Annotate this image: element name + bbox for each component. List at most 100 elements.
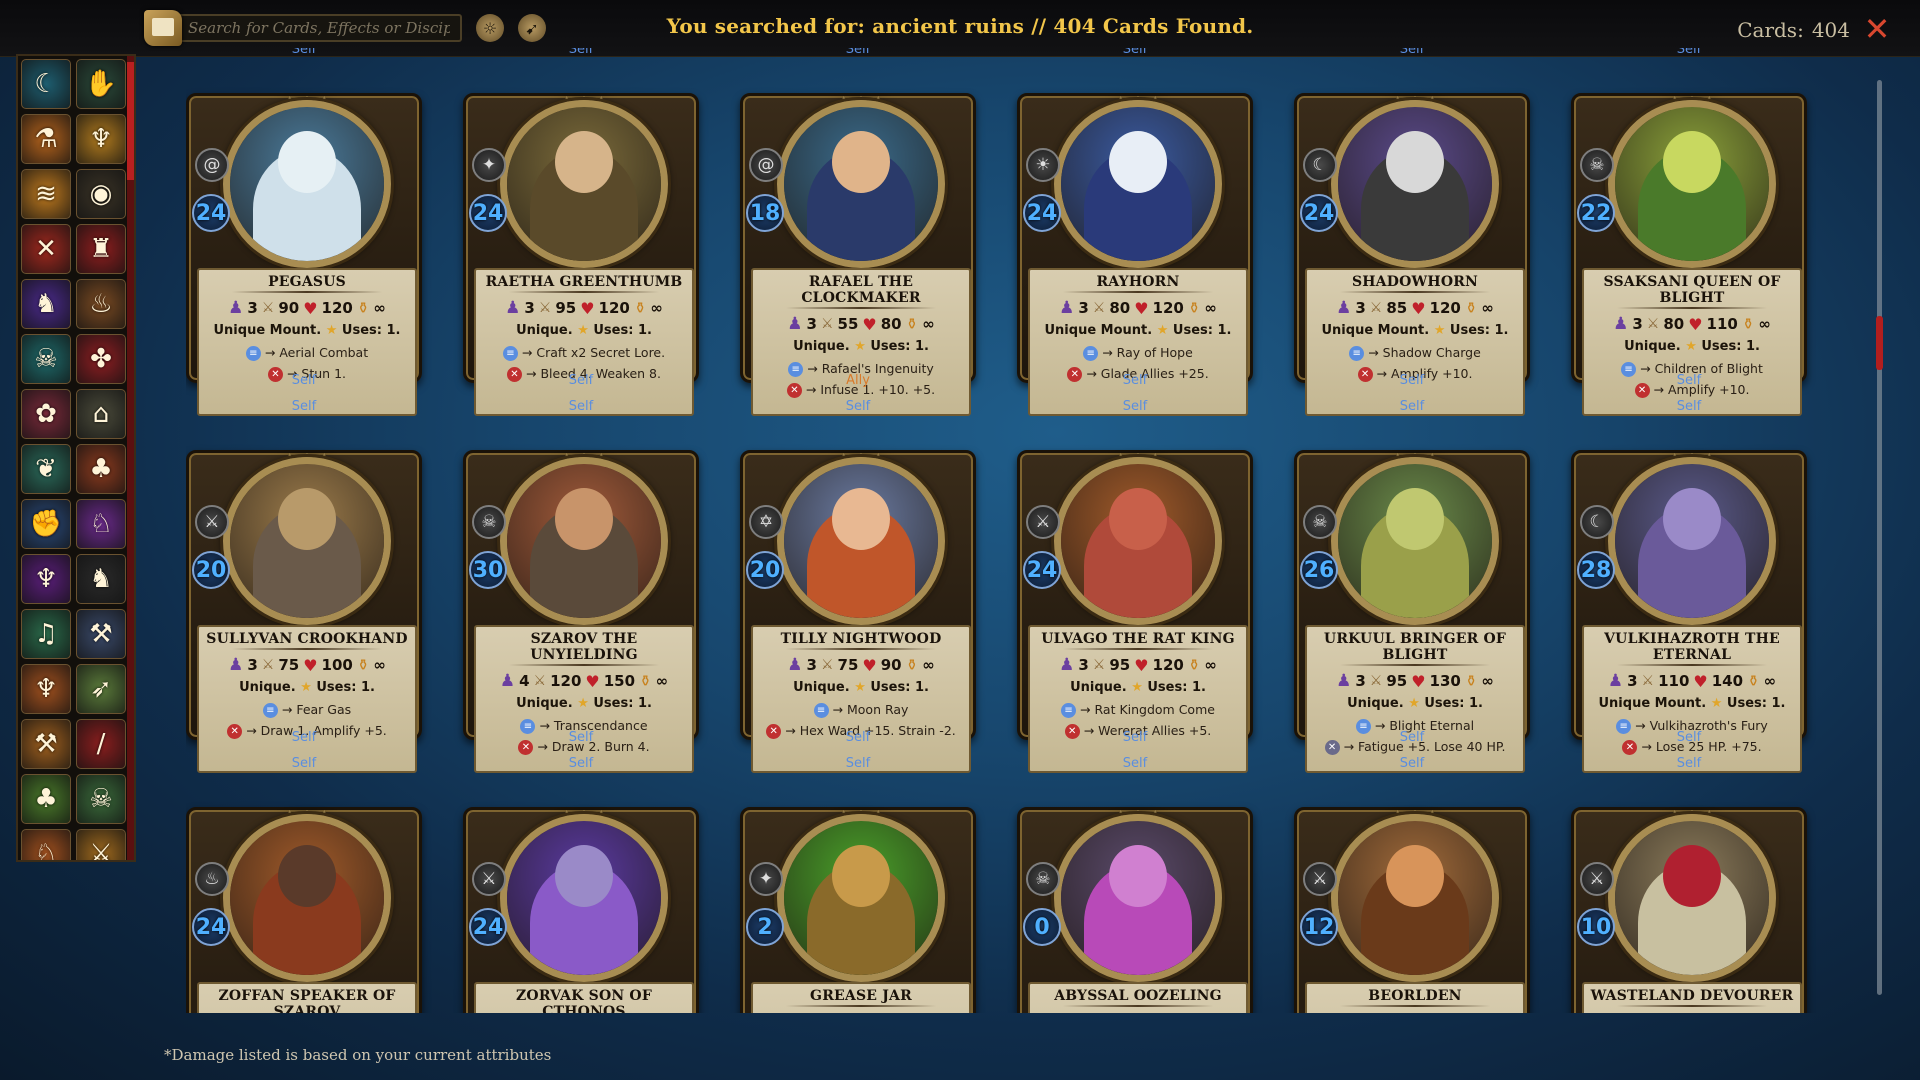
hammer-icon[interactable]: ⚒ (21, 719, 71, 769)
range-icon: ♟ (1336, 671, 1352, 691)
card[interactable]: Self ✡ 20 Tilly Nightwood ♟ 3 ⚔ 75 ♥ 90 ⚱ ∞ Unique. … (740, 399, 976, 773)
card-target-top: Self (1676, 756, 1702, 771)
card-frame: ☠ 0 Abyssal Oozeling ♟1⚔24♥1⚱1 (1017, 807, 1253, 1013)
sword-icon[interactable]: ⚔ (76, 829, 126, 860)
card[interactable]: Self ☠ 22 Ssaksani Queen of Blight ♟ 3 ⚔ 80 ♥ 110… (1571, 48, 1807, 416)
card[interactable]: Self @24 Pegasus ♟ 3 ⚔ 90 ♥ 120 ⚱ ∞ Unique Mount. ★… (186, 48, 422, 416)
celtic-knot-icon[interactable]: ✤ (76, 334, 126, 384)
card-uses-text: Uses: 1. (1701, 339, 1760, 354)
card-text-panel: Grease Jar ★ Uses: 1. (751, 982, 971, 1013)
uses-icon: ⚱ (639, 672, 652, 690)
wings-icon[interactable]: ♆ (76, 114, 126, 164)
ale-mug-icon[interactable]: ♨ (76, 279, 126, 329)
range-icon: ♟ (787, 314, 803, 334)
card-target-bottom: Self (1676, 373, 1702, 388)
potion-icon[interactable]: ⚗ (21, 114, 71, 164)
card[interactable]: Self ☾ 24 Shadowhorn ♟ 3 ⚔ 85 ♥ 120 ⚱ ∞ Unique Mount… (1294, 48, 1530, 416)
bell-icon[interactable]: ♫ (21, 609, 71, 659)
card[interactable]: Self ♨ 24 Zoffan Speaker of Szarov♟3⚔90♥120… (186, 756, 422, 1013)
cards-counter-value: 404 (1811, 18, 1850, 42)
card-stats: ♟ 3 ⚔ 85 ♥ 120 ⚱ ∞ (1307, 296, 1523, 320)
card[interactable]: Self ⚔ 10 Wasteland Devourer ♟1⚔52♥58⚱8 (1571, 756, 1807, 1013)
health-icon: ♥ (862, 314, 877, 334)
card-portrait (500, 100, 668, 268)
eagle-icon[interactable]: ♆ (21, 664, 71, 714)
card[interactable]: Self ☀ 24 Rayhorn ♟ 3 ⚔ 80 ♥ 120 ⚱ ∞ Unique Mount. ★… (1017, 48, 1253, 416)
card-target-top: Self (1399, 48, 1425, 57)
star-icon: ★ (300, 680, 312, 695)
card-health: 120 (1152, 656, 1184, 674)
card-portrait (500, 814, 668, 982)
card[interactable]: Self ⚔ 20 Sullyvan Crookhand ♟ 3 ⚔ 75 ♥ 100 ⚱ ∞ Uniq… (186, 399, 422, 773)
card-range: 3 (247, 656, 258, 674)
sidebar-scroll-thumb[interactable] (127, 62, 134, 180)
skull-icon[interactable]: ☠ (76, 774, 126, 824)
card-uses: ∞ (922, 315, 935, 333)
close-button[interactable]: ✕ (1860, 12, 1894, 46)
card[interactable]: Self ☠ 26 Urkuul Bringer of Blight ♟ 3 ⚔ 95 ♥ 130… (1294, 399, 1530, 773)
hat-icon[interactable]: ⌂ (76, 389, 126, 439)
tree-icon[interactable]: ♣ (21, 774, 71, 824)
range-icon: ♟ (1336, 298, 1352, 318)
card[interactable]: Self ☠ 0 Abyssal Oozeling ♟1⚔24♥1⚱1 (1017, 756, 1253, 1013)
card-frame: ☠ 26 Urkuul Bringer of Blight ♟ 3 ⚔ 95 ♥ 130 ⚱ ∞ Un… (1294, 450, 1530, 773)
card-name: Szarov the Unyielding (530, 631, 638, 663)
card[interactable]: Self ⚔ 24 Zorvak Son of Cthonos♟3⚔90♥120⚱∞ (463, 756, 699, 1013)
card-grid-scrollbar[interactable] (1877, 80, 1882, 995)
fist-icon[interactable]: ✊ (21, 499, 71, 549)
card-portrait (1608, 457, 1776, 625)
horned-helm-icon[interactable]: ♞ (21, 279, 71, 329)
card-text-panel: Shadowhorn ♟ 3 ⚔ 85 ♥ 120 ⚱ ∞ Unique Mount. ★ Use… (1305, 268, 1525, 416)
spiral-moon-icon[interactable]: ☾ (21, 59, 71, 109)
eye-icon[interactable]: ◉ (76, 169, 126, 219)
card[interactable]: Self ☾ 28 Vulkihazroth the Eternal ♟ 3 ⚔ 110 ♥ 14… (1571, 399, 1807, 773)
dragon-claw-icon[interactable]: ✋ (76, 59, 126, 109)
branch-icon[interactable]: ❦ (21, 444, 71, 494)
health-icon: ♥ (1693, 671, 1708, 691)
card-text-panel: Abyssal Oozeling ♟1⚔24♥1⚱1 (1028, 982, 1248, 1013)
card-text-panel: Beorlden Draw → Blacksmith's Hammer. (1305, 982, 1525, 1013)
card-frame: ☠ 22 Ssaksani Queen of Blight ♟ 3 ⚔ 80 ♥ 110 ⚱ ∞ Un… (1571, 93, 1807, 416)
card[interactable]: Self ⚔ 12 Beorlden Draw → Blacksmith's Hamme… (1294, 756, 1530, 1013)
quiver-icon[interactable]: ➶ (76, 664, 126, 714)
wolf-icon[interactable]: ♘ (76, 499, 126, 549)
card[interactable]: Self ☠ 30 Szarov the Unyielding ♟ 4 ⚔ 120 ♥ 150 ⚱ ∞… (463, 399, 699, 773)
scroll-icon: ≡ (813, 703, 829, 718)
card-uses-text: Uses: 1. (870, 339, 929, 354)
flower-icon[interactable]: ✿ (21, 389, 71, 439)
card-keywords: Unique. ★ Uses: 1. (753, 677, 969, 699)
card[interactable]: Self @18 Rafael the Clockmaker ♟ 3 ⚔ 55 ♥ 80 ⚱ ∞ Un… (740, 48, 976, 416)
card-uses-text: Uses: 1. (316, 680, 375, 695)
spartan-helm-icon[interactable]: ♜ (76, 224, 126, 274)
crossed-blades-icon[interactable]: ✕ (21, 224, 71, 274)
health-icon: ♥ (1146, 1013, 1160, 1014)
skull-sigil-icon[interactable]: ☠ (21, 334, 71, 384)
card-effect-primary: ≡ → Moon Ray (753, 699, 969, 720)
name-divider (232, 291, 382, 293)
card-text-panel: Ulvago the Rat King ♟ 3 ⚔ 95 ♥ 120 ⚱ ∞ Unique. ★ … (1028, 625, 1248, 773)
uses-icon: ⚱ (1747, 672, 1760, 690)
card-uses: ∞ (373, 299, 386, 317)
meat-icon[interactable]: ♣ (76, 444, 126, 494)
card[interactable]: Self ✦ 2 Grease Jar ★ Uses: 1. (740, 756, 976, 1013)
claw-slash-icon[interactable]: ≋ (21, 169, 71, 219)
card[interactable]: Self ✦ 24 Raetha Greenthumb ♟ 3 ⚔ 95 ♥ 120 ⚱ ∞ Uniqu… (463, 48, 699, 416)
portrait-head (1386, 845, 1444, 907)
card-name: Raetha Greenthumb (485, 274, 683, 290)
card-text-panel: Szarov the Unyielding ♟ 4 ⚔ 120 ♥ 150 ⚱ ∞ Unique.… (474, 625, 694, 773)
slash-icon[interactable]: ∕ (76, 719, 126, 769)
demon-icon[interactable]: ♆ (21, 554, 71, 604)
card-health: 120 (1429, 299, 1461, 317)
card-target-top: Self (1122, 756, 1148, 771)
card-name: Shadowhorn (1351, 274, 1479, 290)
card-grid-scroll-thumb[interactable] (1876, 316, 1883, 370)
portrait-head (555, 845, 613, 907)
card-uses-text: Uses: 1. (1172, 323, 1232, 338)
card[interactable]: Self ⚔ 24 Ulvago the Rat King ♟ 3 ⚔ 95 ♥ 120 ⚱ ∞ Uni… (1017, 399, 1253, 773)
discipline-hex-icon: ✡ (749, 505, 783, 539)
tools-icon[interactable]: ⚒ (76, 609, 126, 659)
card-target-top: Self (1399, 399, 1425, 414)
rider-icon[interactable]: ♘ (21, 829, 71, 860)
card-damage: 120 (550, 672, 582, 690)
dragon-icon[interactable]: ♞ (76, 554, 126, 604)
